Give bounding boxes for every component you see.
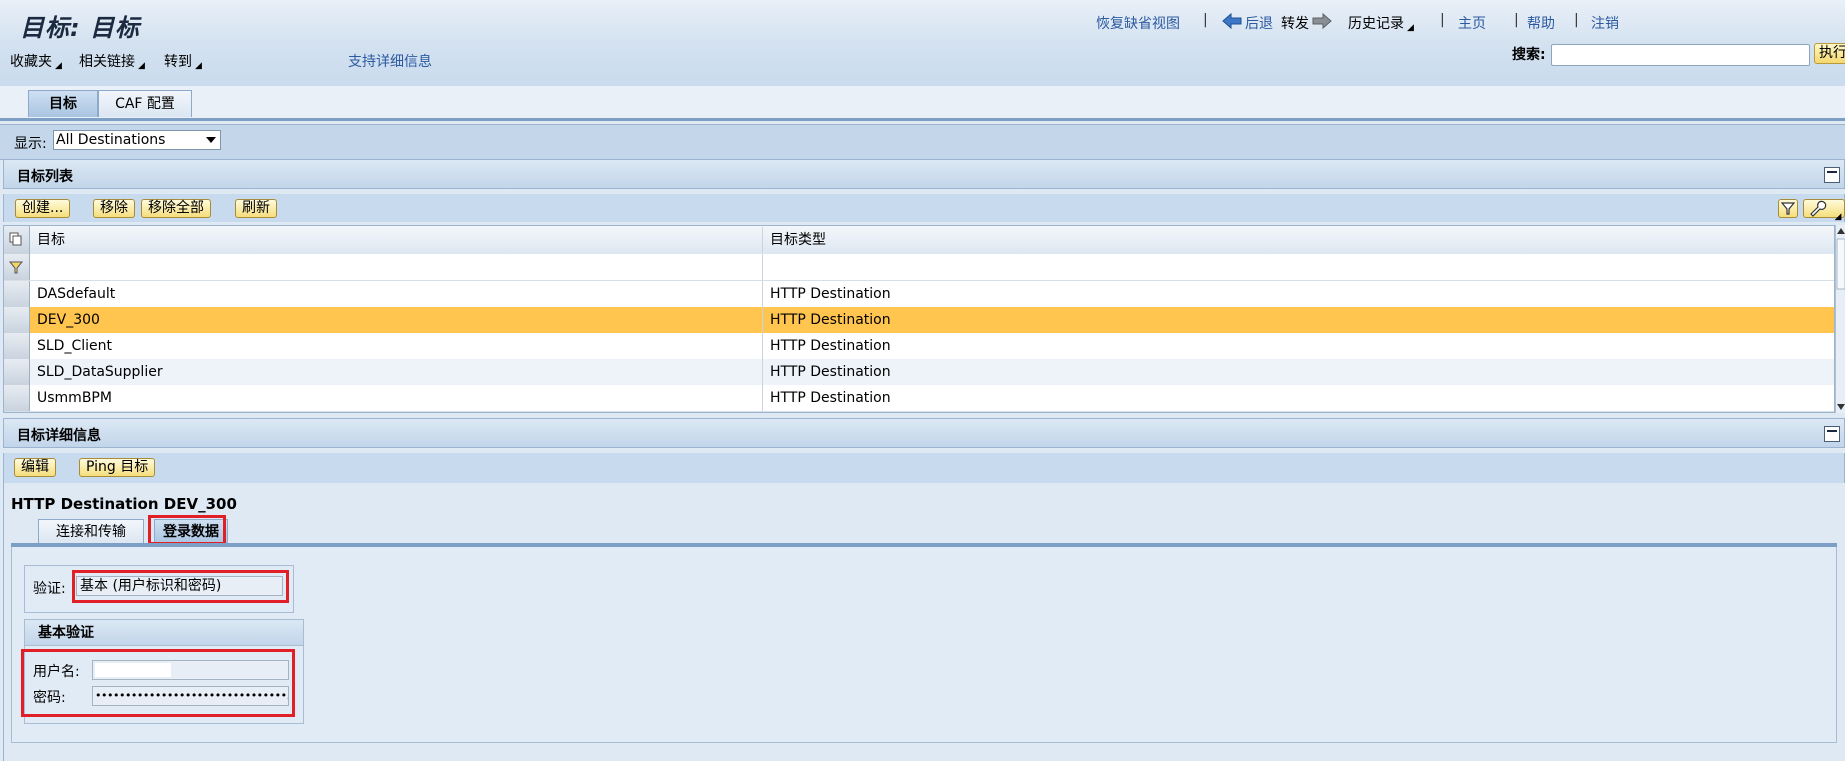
- search-input[interactable]: [1551, 44, 1810, 66]
- detail-toolbar: [3, 453, 1845, 483]
- auth-label: 验证:: [33, 581, 66, 597]
- create-button[interactable]: 创建...: [15, 199, 71, 218]
- cell-target: DEV_300: [30, 307, 763, 333]
- cell-type: HTTP Destination: [770, 364, 891, 380]
- list-panel-header: [3, 159, 1845, 189]
- back-arrow-icon[interactable]: [1222, 12, 1242, 34]
- cell-target: UsmmBPM: [30, 385, 763, 411]
- favorites-menu[interactable]: 收藏夹 ◢: [10, 51, 62, 71]
- table-row-selected[interactable]: DEV_300 HTTP Destination: [4, 307, 1834, 334]
- cell-target: SLD_DataSupplier: [30, 359, 763, 385]
- row-selector[interactable]: [4, 307, 30, 333]
- row-selector[interactable]: [4, 385, 30, 411]
- tab-caf-config[interactable]: CAF 配置: [98, 90, 192, 117]
- cell-type: HTTP Destination: [770, 286, 891, 302]
- filter-cell-target[interactable]: [30, 254, 763, 280]
- search-label: 搜索:: [1512, 47, 1546, 63]
- remove-all-button[interactable]: 移除全部: [141, 199, 211, 218]
- cell-type: HTTP Destination: [770, 312, 891, 328]
- display-label: 显示:: [14, 136, 47, 152]
- list-panel-title: 目标列表: [17, 169, 73, 185]
- caret-down-icon: ◢: [195, 61, 202, 71]
- cell-type: HTTP Destination: [770, 390, 891, 406]
- row-selector[interactable]: [4, 333, 30, 359]
- cell-type: HTTP Destination: [770, 338, 891, 354]
- collapse-icon[interactable]: [1824, 167, 1840, 183]
- remove-button[interactable]: 移除: [93, 199, 135, 218]
- caret-down-icon: ◢: [55, 61, 62, 71]
- refresh-button[interactable]: 刷新: [235, 199, 277, 218]
- ping-target-button[interactable]: Ping 目标: [79, 458, 156, 477]
- goto-menu[interactable]: 转到 ◢: [164, 51, 202, 71]
- scrollbar-arrows-icon: [1836, 228, 1845, 410]
- table-row[interactable]: SLD_DataSupplier HTTP Destination: [4, 359, 1834, 386]
- caret-down-icon: ◢: [138, 61, 145, 71]
- filter-cell-type[interactable]: [763, 254, 1834, 280]
- detail-panel-header: [3, 418, 1845, 448]
- separator: |: [1440, 12, 1445, 28]
- row-selector[interactable]: [4, 281, 30, 307]
- restore-default-view-link[interactable]: 恢复缺省视图: [1096, 13, 1180, 33]
- table-scrollbar[interactable]: [1835, 225, 1845, 413]
- support-details-link[interactable]: 支持详细信息: [348, 51, 432, 71]
- select-all-cell[interactable]: [4, 226, 30, 254]
- table-row[interactable]: DASdefault HTTP Destination: [4, 281, 1834, 308]
- wrench-icon: [1810, 200, 1827, 217]
- highlight-box: [21, 649, 295, 717]
- goto-label: 转到: [164, 54, 192, 70]
- caret-down-icon: ◢: [1834, 212, 1842, 222]
- collapse-icon[interactable]: [1824, 426, 1840, 442]
- table-filter-row: [4, 254, 1834, 281]
- forward-arrow-icon[interactable]: [1312, 12, 1332, 34]
- related-links-menu[interactable]: 相关链接 ◢: [79, 51, 145, 71]
- filter-row-cell[interactable]: [4, 254, 30, 280]
- page-title: 目标: 目标: [20, 14, 140, 42]
- history-menu[interactable]: 历史记录 ◢: [1348, 13, 1414, 33]
- separator: |: [1203, 12, 1208, 28]
- display-select-value: All Destinations: [56, 132, 166, 148]
- detail-panel-title: 目标详细信息: [17, 428, 101, 444]
- tab-connection-transport[interactable]: 连接和传输: [38, 519, 144, 544]
- basic-auth-title: 基本验证: [25, 620, 303, 646]
- related-links-label: 相关链接: [79, 54, 135, 70]
- table-row[interactable]: SLD_Client HTTP Destination: [4, 333, 1834, 360]
- tab-bar: [0, 86, 1845, 121]
- dropdown-arrow-icon: [206, 137, 216, 143]
- filter-icon: [1780, 202, 1796, 215]
- table-row[interactable]: UsmmBPM HTTP Destination: [4, 385, 1834, 412]
- destination-table: 目标 目标类型 DASdefault HTTP Destination DEV_…: [3, 225, 1835, 413]
- select-all-icon: [9, 232, 22, 246]
- history-label: 历史记录: [1348, 16, 1404, 32]
- edit-button[interactable]: 编辑: [14, 458, 56, 477]
- separator: |: [1574, 12, 1579, 28]
- row-selector[interactable]: [4, 359, 30, 385]
- filter-bar: [0, 124, 1845, 160]
- caret-down-icon: ◢: [1407, 23, 1414, 33]
- settings-button[interactable]: ◢: [1803, 199, 1845, 222]
- highlight-box: [72, 570, 289, 603]
- help-link[interactable]: 帮助: [1527, 13, 1555, 33]
- cell-target: SLD_Client: [30, 333, 763, 359]
- column-header-type[interactable]: 目标类型: [763, 227, 1834, 253]
- destination-heading: HTTP Destination DEV_300: [11, 495, 237, 513]
- tab-target[interactable]: 目标: [28, 90, 98, 117]
- filter-toggle-button[interactable]: [1778, 199, 1798, 218]
- home-link[interactable]: 主页: [1458, 13, 1486, 33]
- highlight-box: [148, 515, 226, 545]
- back-link[interactable]: 后退: [1245, 13, 1273, 33]
- logout-link[interactable]: 注销: [1591, 13, 1619, 33]
- separator: |: [1514, 12, 1519, 28]
- filter-icon: [8, 261, 24, 274]
- column-header-target[interactable]: 目标: [30, 227, 763, 253]
- display-select[interactable]: All Destinations: [53, 130, 221, 150]
- execute-button[interactable]: 执行: [1814, 43, 1845, 64]
- forward-link[interactable]: 转发: [1281, 13, 1309, 33]
- favorites-label: 收藏夹: [10, 54, 52, 70]
- cell-target: DASdefault: [30, 281, 763, 307]
- list-toolbar: [3, 194, 1845, 222]
